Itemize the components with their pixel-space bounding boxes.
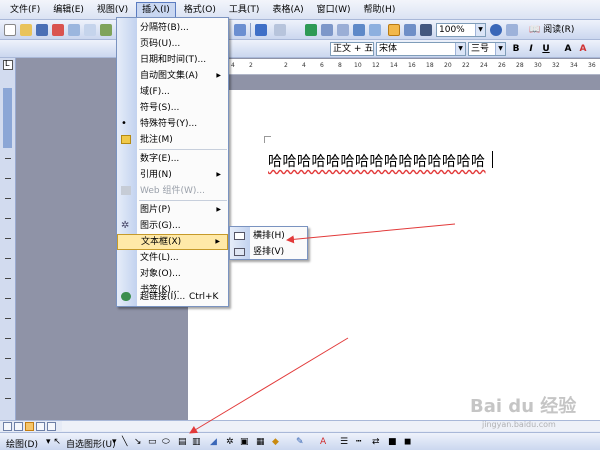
watermark-logo: Bai du 经验: [470, 396, 577, 417]
watermark-url: jingyan.baidu.com: [482, 420, 556, 429]
annotation-arrow-toolbar: [189, 337, 349, 434]
annotation-arrow-textbox: [286, 223, 456, 244]
annotation-arrows: [189, 223, 456, 434]
